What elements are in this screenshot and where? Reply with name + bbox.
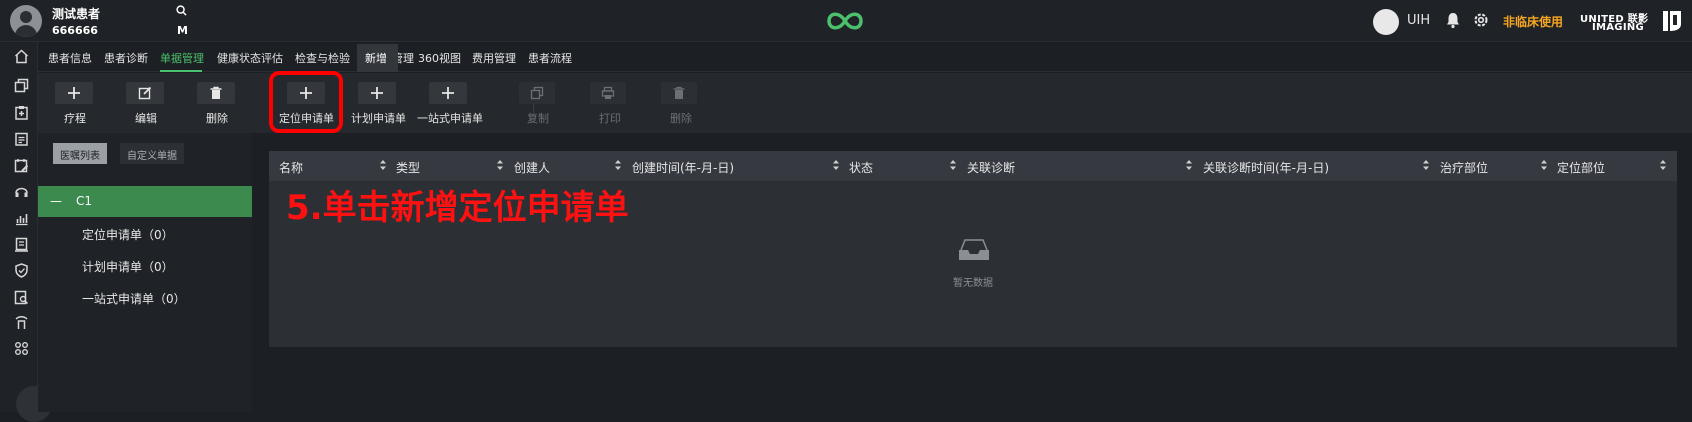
tab-patient-diagnosis[interactable]: 患者诊断 <box>104 50 148 66</box>
plan-request-label: 计划申请单 <box>351 112 406 125</box>
copy-icon <box>530 86 544 100</box>
tree-group-c1[interactable]: — C1 <box>38 186 252 217</box>
top-bar: 测试患者 666666 M UIH 非临床使用 UNITED 联影 IMAGIN… <box>0 0 1692 42</box>
tab-health-assessment[interactable]: 健康状态评估 <box>217 50 283 66</box>
copy-button[interactable] <box>519 82 555 104</box>
sort-icon[interactable] <box>379 158 387 172</box>
column-header-creator[interactable]: 创建人 <box>514 159 550 176</box>
course-button-label: 疗程 <box>64 112 86 125</box>
calendar-edit-icon[interactable] <box>14 158 29 173</box>
course-button[interactable] <box>55 82 93 104</box>
tab-fee-management[interactable]: 费用管理 <box>472 50 516 66</box>
column-header-created-time[interactable]: 创建时间(年-月-日) <box>632 159 734 176</box>
segment-custom-document[interactable]: 自定义单据 <box>120 143 184 164</box>
plus-icon <box>371 87 383 99</box>
search-doc-icon[interactable] <box>14 290 29 305</box>
delete-disabled-label: 删除 <box>670 112 692 125</box>
brand-name-line2: IMAGING <box>1592 22 1645 33</box>
column-header-status[interactable]: 状态 <box>849 159 873 176</box>
column-header-treatment-site[interactable]: 治疗部位 <box>1440 159 1488 176</box>
brand-logo-icon <box>1663 11 1681 31</box>
plus-icon <box>442 87 454 99</box>
plus-icon <box>68 87 80 99</box>
tree-item-plan-request[interactable]: 计划申请单（0） <box>82 258 174 275</box>
edit-icon <box>138 86 152 100</box>
clipboard-add-icon[interactable] <box>14 105 29 120</box>
headset-icon[interactable] <box>14 184 29 199</box>
tab-document-management[interactable]: 单据管理 <box>160 50 204 66</box>
m-label: M <box>177 24 188 37</box>
column-header-diagnosis-time[interactable]: 关联诊断时间(年-月-日) <box>1203 159 1329 176</box>
plan-request-button[interactable] <box>358 82 396 104</box>
trash-icon <box>673 86 685 99</box>
shield-icon[interactable] <box>14 263 29 278</box>
highlight-box <box>269 71 343 133</box>
tab-add-popup[interactable]: 新增 <box>357 44 398 72</box>
sort-icon[interactable] <box>1185 158 1193 172</box>
copy-icon[interactable] <box>14 78 29 93</box>
empty-inbox-icon <box>959 239 989 260</box>
bell-icon[interactable] <box>1444 11 1462 29</box>
tower-icon[interactable] <box>14 315 29 330</box>
print-button[interactable] <box>590 82 626 104</box>
trash-icon <box>210 86 222 99</box>
active-tab-indicator <box>160 70 202 72</box>
sort-icon[interactable] <box>1659 158 1667 172</box>
column-header-type[interactable]: 类型 <box>396 159 420 176</box>
tree-item-one-stop-request[interactable]: 一站式申请单（0） <box>82 290 186 307</box>
sort-icon[interactable] <box>832 158 840 172</box>
delete-button-label: 删除 <box>206 112 228 125</box>
user-name: UIH <box>1407 13 1431 28</box>
user-avatar[interactable] <box>1373 9 1399 35</box>
search-icon[interactable] <box>176 5 187 19</box>
gear-icon[interactable] <box>1472 11 1490 29</box>
sort-icon[interactable] <box>614 158 622 172</box>
print-button-label: 打印 <box>599 112 621 125</box>
step-annotation: 5.单击新增定位申请单 <box>286 188 629 228</box>
sort-icon[interactable] <box>1422 158 1430 172</box>
patient-id: 666666 <box>52 24 98 37</box>
edit-button[interactable] <box>126 82 164 104</box>
non-clinical-badge: 非临床使用 <box>1503 15 1564 29</box>
app-logo-icon <box>827 12 863 30</box>
segment-order-list[interactable]: 医嘱列表 <box>53 143 107 164</box>
calendar-icon[interactable] <box>14 131 29 146</box>
sort-icon[interactable] <box>496 158 504 172</box>
table-header: 名称 类型 创建人 创建时间(年-月-日) 状态 关联诊断 关联诊断时间(年-月… <box>269 151 1677 181</box>
printer-icon <box>601 86 615 99</box>
tab-patient-info[interactable]: 患者信息 <box>48 50 92 66</box>
tree-group-label: C1 <box>76 194 93 208</box>
one-stop-request-button[interactable] <box>429 82 467 104</box>
tab-patient-flow[interactable]: 患者流程 <box>528 50 572 66</box>
chart-icon[interactable] <box>14 211 29 226</box>
main-content: 名称 类型 创建人 创建时间(年-月-日) 状态 关联诊断 关联诊断时间(年-月… <box>252 133 1692 412</box>
left-panel: 医嘱列表 自定义单据 — C1 定位申请单（0） 计划申请单（0） 一站式申请单（… <box>38 133 252 412</box>
sort-icon[interactable] <box>1540 158 1548 172</box>
column-header-diagnosis[interactable]: 关联诊断 <box>967 159 1015 176</box>
home-icon[interactable] <box>14 49 29 64</box>
column-header-name[interactable]: 名称 <box>279 159 303 176</box>
command-icon[interactable] <box>14 341 29 356</box>
column-header-location-site[interactable]: 定位部位 <box>1557 159 1605 176</box>
tree-item-location-request[interactable]: 定位申请单（0） <box>82 226 174 243</box>
one-stop-request-label: 一站式申请单 <box>417 112 483 125</box>
tab-360-view[interactable]: 360视图 <box>418 50 461 66</box>
edit-button-label: 编辑 <box>135 112 157 125</box>
sort-icon[interactable] <box>949 158 957 172</box>
delete-disabled-button[interactable] <box>661 82 697 104</box>
tab-exam-test[interactable]: 检查与检验 <box>295 50 350 66</box>
copy-button-label: 复制 <box>527 112 549 125</box>
delete-button[interactable] <box>197 82 235 104</box>
collapse-icon[interactable]: — <box>50 194 62 208</box>
patient-avatar[interactable] <box>10 5 42 37</box>
left-icon-rail <box>0 42 38 412</box>
tab-strip <box>38 42 1692 72</box>
empty-state-text: 暂无数据 <box>953 278 993 289</box>
document-icon[interactable] <box>14 237 29 252</box>
patient-name: 测试患者 <box>52 7 101 21</box>
